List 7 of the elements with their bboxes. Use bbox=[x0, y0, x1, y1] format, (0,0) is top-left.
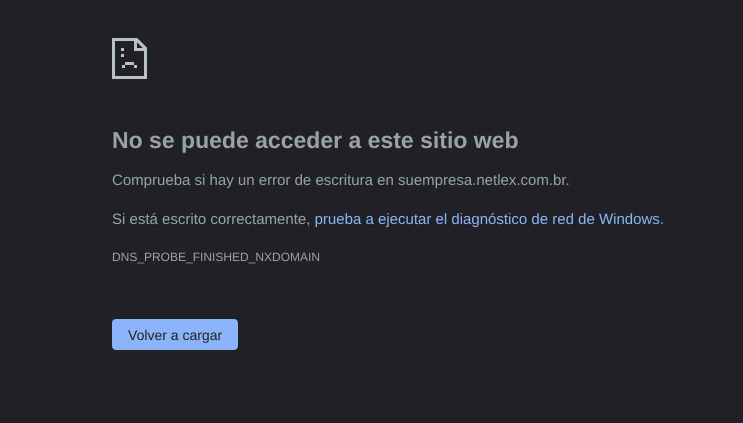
error-message: Comprueba si hay un error de escritura en suempresa.netlex.com.br. bbox=[112, 171, 570, 191]
suggestion-text: Si está escrito correctamente, prueba a ejecutar el diagnóstico de red de Windows. bbox=[112, 210, 664, 230]
reload-button[interactable]: Volver a cargar bbox=[112, 319, 238, 350]
error-code: DNS_PROBE_FINISHED_NXDOMAIN bbox=[112, 249, 320, 265]
error-heading: No se puede acceder a este sitio web bbox=[112, 126, 518, 155]
sad-page-icon bbox=[112, 38, 147, 79]
diagnostics-link[interactable]: prueba a ejecutar el diagnóstico de red de Windows bbox=[314, 211, 660, 228]
